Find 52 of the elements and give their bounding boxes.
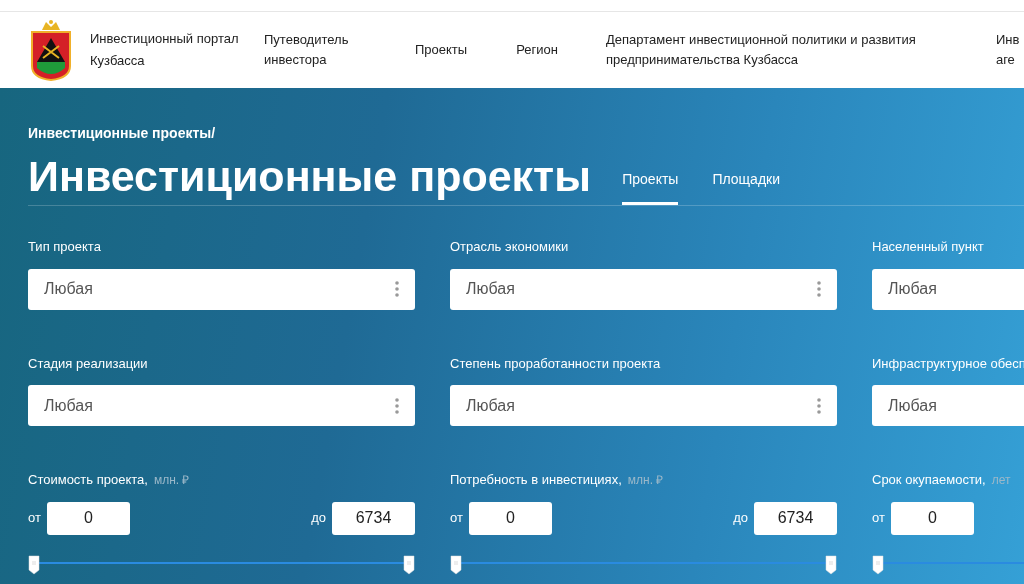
to-label: до — [311, 509, 326, 528]
from-input[interactable]: 0 — [46, 501, 130, 535]
select-value: Любая — [888, 279, 937, 299]
from-label: от — [872, 509, 885, 528]
slider-thumb[interactable] — [450, 554, 462, 575]
filter-label: Стадия реализации — [28, 355, 148, 371]
unit-label: лет — [991, 473, 1011, 487]
portal-title[interactable]: Инвестиционный портал Кузбасса — [90, 28, 250, 72]
filter-label: Тип проекта — [28, 239, 101, 254]
filter-label: Стоимость проекта, — [28, 472, 148, 487]
select-value: Любая — [888, 395, 937, 416]
to-label: до — [733, 509, 748, 528]
select-field[interactable]: Любая — [872, 385, 1024, 426]
nav-link[interactable]: Департамент инвестиционной политики и развития предпринимательства Кузбасса — [605, 30, 936, 70]
from-input[interactable]: 0 — [468, 501, 552, 535]
unit-label: млн. ₽ — [627, 473, 664, 487]
page-title: Инвестиционные проекты — [28, 151, 591, 202]
breadcrumb-link[interactable]: Инвестиционные проекты/ — [28, 123, 1024, 144]
more-icon — [817, 280, 821, 298]
more-icon — [817, 396, 821, 415]
to-input[interactable]: 6734 — [332, 501, 415, 535]
tab[interactable]: Площадки — [712, 147, 780, 205]
slider-thumb[interactable] — [872, 554, 884, 575]
emblem-icon[interactable] — [28, 18, 74, 82]
select-field[interactable]: Любая — [28, 268, 415, 310]
from-input[interactable]: 0 — [890, 501, 974, 535]
filter-label: Степень проработанности проекта — [450, 355, 661, 371]
select-field[interactable]: Любая — [28, 385, 415, 426]
select-field[interactable]: Любая — [450, 268, 837, 310]
nav-link[interactable]: Проекты — [415, 40, 468, 60]
slider-thumb[interactable] — [825, 554, 837, 575]
from-label: от — [450, 509, 463, 528]
filter-label: Населенный пункт — [872, 239, 984, 254]
to-input[interactable]: 6734 — [754, 501, 837, 535]
filter-label: Срок окупаемости, — [872, 472, 986, 487]
slider-thumb[interactable] — [403, 554, 415, 575]
nav-link[interactable]: Путеводитель инвестора — [264, 30, 364, 70]
more-icon — [395, 280, 399, 298]
select-field[interactable]: Любая — [872, 268, 1024, 310]
filter-label: Отрасль экономики — [450, 239, 569, 254]
slider-thumb[interactable] — [28, 554, 40, 575]
select-field[interactable]: Любая — [450, 385, 837, 426]
tab[interactable]: Проекты — [622, 147, 679, 205]
select-value: Любая — [44, 279, 93, 299]
nav-link[interactable]: Регион — [516, 40, 558, 60]
unit-label: млн. ₽ — [153, 473, 190, 487]
select-value: Любая — [44, 395, 93, 416]
select-value: Любая — [466, 279, 515, 299]
from-label: от — [28, 509, 41, 528]
more-icon — [395, 396, 399, 415]
filter-label: Потребность в инвестициях, — [450, 472, 622, 487]
select-value: Любая — [466, 395, 515, 416]
